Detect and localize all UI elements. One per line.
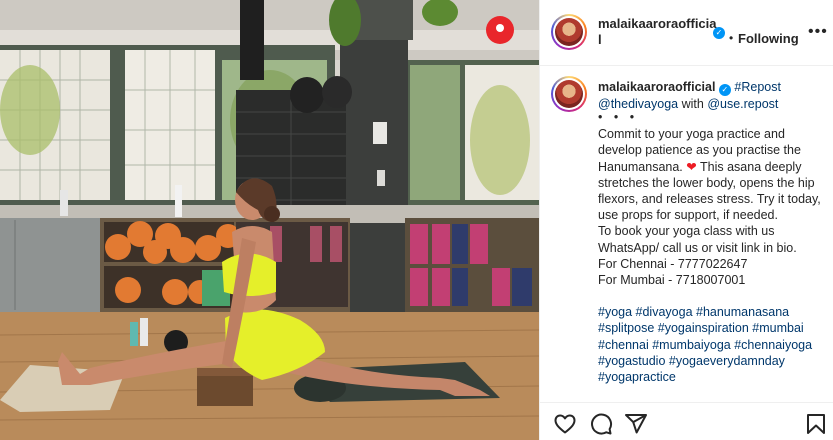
caption-section: malaikaaroraofficial ✓ #Repost @thedivay… bbox=[540, 67, 833, 402]
caption-verified-badge-icon: ✓ bbox=[718, 84, 731, 96]
post-side-panel: malaikaaroraofficial ✓ • Following ••• m… bbox=[539, 0, 833, 440]
author-username[interactable]: malaikaaroraofficial bbox=[598, 16, 718, 48]
mention-use-repost[interactable]: @use.repost bbox=[707, 97, 778, 111]
following-button[interactable]: Following bbox=[738, 31, 799, 46]
caption-username[interactable]: malaikaaroraofficial bbox=[598, 80, 715, 94]
studio-logo bbox=[486, 16, 514, 44]
yoga-photo-illustration bbox=[0, 0, 539, 440]
caption-ellipsis: • • • bbox=[598, 110, 639, 125]
post-header: malaikaaroraofficial ✓ • Following ••• bbox=[540, 0, 833, 66]
caption-hashtags[interactable]: #yoga #divayoga #hanumanasana #splitpose… bbox=[598, 304, 826, 385]
mention-thedivayoga[interactable]: @thedivayoga bbox=[598, 97, 678, 111]
caption-body: Commit to your yoga practice and develop… bbox=[598, 126, 826, 223]
heart-icon[interactable] bbox=[553, 412, 577, 436]
separator-dot: • bbox=[729, 31, 734, 45]
comment-icon[interactable] bbox=[589, 412, 613, 436]
caption-with-text: with bbox=[681, 97, 704, 111]
caption-booking-info: To book your yoga class with us WhatsApp… bbox=[598, 224, 797, 288]
author-avatar[interactable] bbox=[551, 14, 587, 50]
red-heart-emoji-icon: ❤ bbox=[686, 159, 697, 174]
more-options-icon[interactable]: ••• bbox=[808, 24, 828, 40]
caption-text: malaikaaroraofficial ✓ #Repost @thedivay… bbox=[598, 79, 826, 385]
post-actions-bar bbox=[540, 402, 833, 440]
bookmark-icon[interactable] bbox=[804, 412, 828, 436]
repost-hashtag[interactable]: #Repost bbox=[734, 80, 781, 94]
share-icon[interactable] bbox=[624, 412, 648, 436]
post-photo[interactable] bbox=[0, 0, 539, 440]
caption-author-avatar[interactable] bbox=[551, 76, 587, 112]
verified-badge-icon: ✓ bbox=[713, 27, 725, 39]
